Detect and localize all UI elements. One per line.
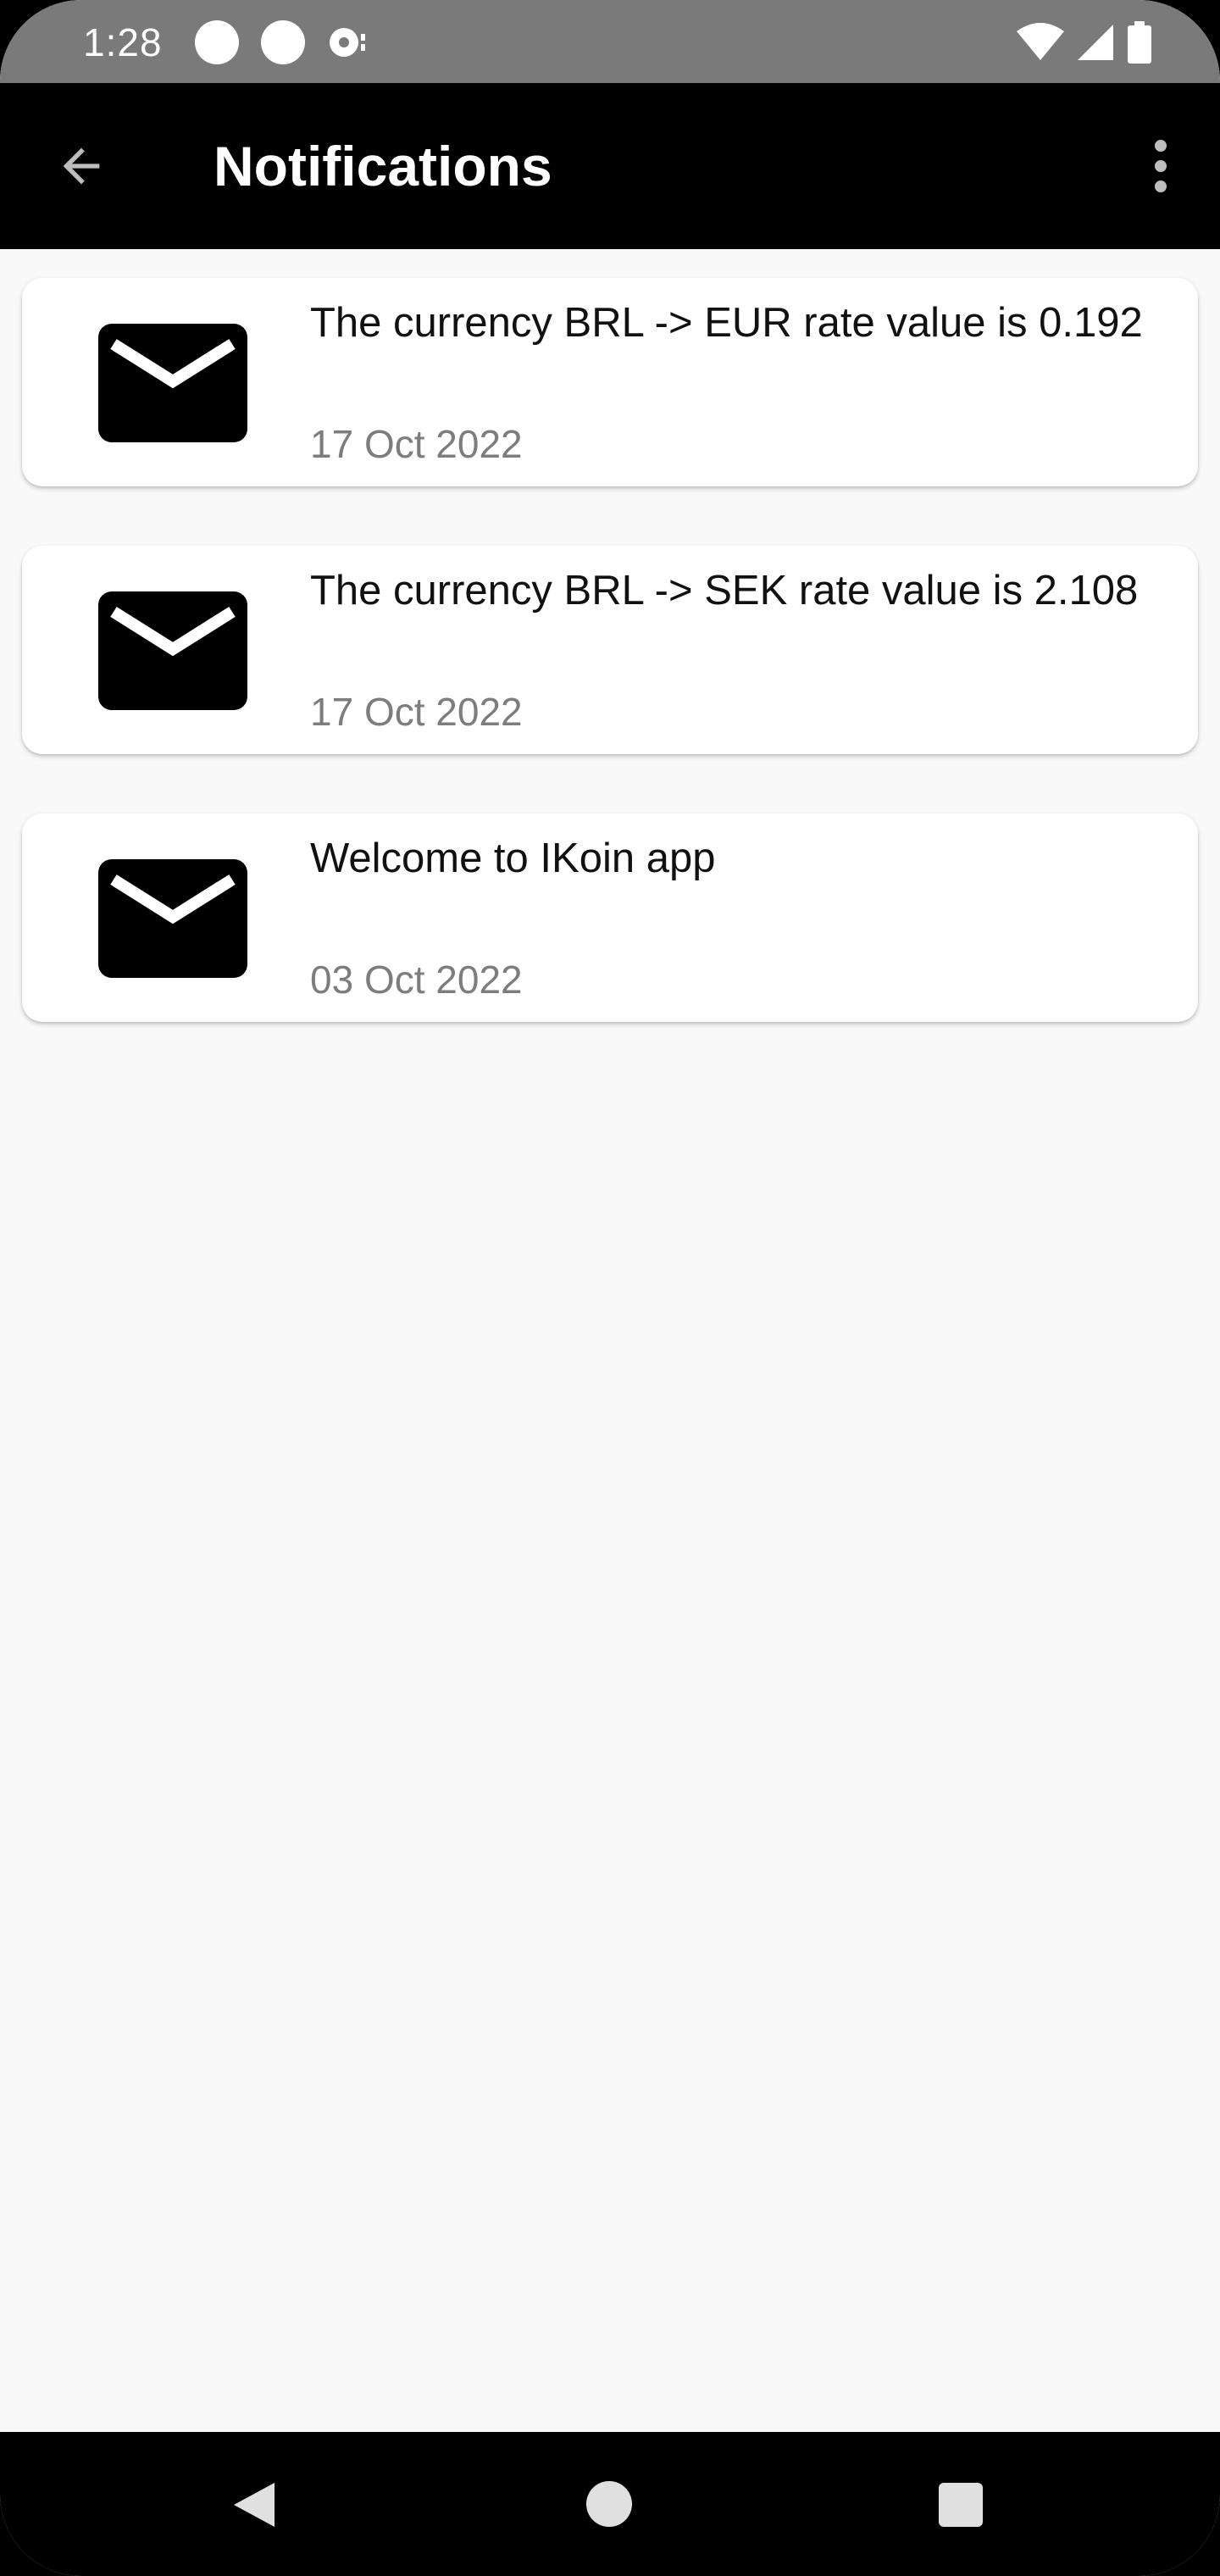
notification-list: The currency BRL -> EUR rate value is 0.…	[22, 278, 1198, 1081]
notification-dot-icon	[195, 20, 239, 64]
nav-back-icon[interactable]	[230, 2479, 278, 2530]
notification-content: The currency BRL -> SEK rate value is 2.…	[310, 564, 1157, 742]
status-icons	[1017, 20, 1152, 64]
notification-message: The currency BRL -> SEK rate value is 2.…	[310, 568, 1139, 613]
nav-recents-icon[interactable]	[939, 2483, 983, 2527]
notification-message: The currency BRL -> EUR rate value is 0.…	[310, 300, 1143, 346]
status-bar: 1:28	[0, 0, 1220, 83]
status-time: 1:28	[83, 20, 163, 64]
more-vertical-icon	[1155, 140, 1167, 192]
more-options-button[interactable]	[1127, 132, 1195, 200]
notification-card[interactable]: Welcome to IKoin app 03 Oct 2022	[22, 813, 1198, 1022]
notification-date: 17 Oct 2022	[310, 690, 523, 734]
app-bar: Notifications	[0, 83, 1220, 249]
notification-date: 03 Oct 2022	[310, 958, 523, 1002]
battery-icon	[1128, 21, 1151, 64]
mail-icon	[98, 324, 247, 442]
notification-dot-icon	[261, 20, 305, 64]
notification-card[interactable]: The currency BRL -> EUR rate value is 0.…	[22, 278, 1198, 486]
signal-icon	[1078, 25, 1113, 60]
wifi-icon	[1017, 23, 1064, 60]
back-button[interactable]	[47, 132, 115, 200]
notification-message: Welcome to IKoin app	[310, 836, 716, 881]
phone-screen: 1:28 Notifications The currency BRL -> E…	[0, 0, 1220, 2576]
mail-icon	[98, 859, 247, 978]
arrow-left-icon	[63, 147, 100, 185]
page-title: Notifications	[214, 135, 552, 197]
notification-content: The currency BRL -> EUR rate value is 0.…	[310, 297, 1157, 475]
notification-content: Welcome to IKoin app 03 Oct 2022	[310, 832, 1157, 1010]
system-nav-bar	[0, 2432, 1220, 2576]
notification-date: 17 Oct 2022	[310, 422, 523, 466]
notification-card[interactable]: The currency BRL -> SEK rate value is 2.…	[22, 546, 1198, 754]
nav-home-icon[interactable]	[586, 2481, 632, 2527]
mail-icon	[98, 591, 247, 710]
media-disc-icon	[330, 28, 365, 57]
